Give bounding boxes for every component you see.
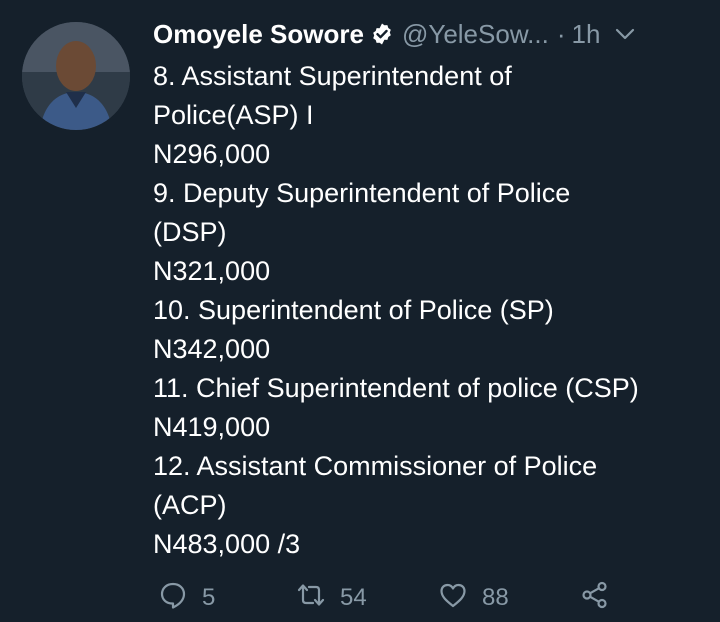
- avatar-image: [22, 22, 130, 130]
- tweet-line: N342,000: [153, 334, 271, 364]
- tweet-line: 9. Deputy Superintendent of Police: [153, 178, 571, 208]
- tweet-line: (ACP): [153, 490, 227, 520]
- separator-dot: ·: [556, 18, 566, 49]
- tweet-line: N419,000: [153, 412, 271, 442]
- reply-icon: [158, 580, 188, 617]
- tweet-line: 12. Assistant Commissioner of Police: [153, 451, 598, 481]
- tweet-line: Police(ASP) I: [153, 100, 314, 130]
- tweet-line: 11. Chief Superintendent of police (CSP): [153, 373, 639, 403]
- tweet-actions: 5 54 88: [158, 580, 610, 616]
- author-name[interactable]: Omoyele Sowore: [153, 19, 364, 50]
- tweet-line: 10. Superintendent of Police (SP): [153, 295, 554, 325]
- share-button[interactable]: [580, 580, 610, 617]
- tweet-line: N296,000: [153, 139, 271, 169]
- like-count: 88: [482, 584, 509, 611]
- tweet-line: 8. Assistant Superintendent of: [153, 61, 512, 91]
- reply-button[interactable]: 5: [158, 580, 296, 617]
- tweet-line: N321,000: [153, 256, 271, 286]
- tweet-text: 8. Assistant Superintendent of Police(AS…: [153, 57, 702, 564]
- heart-icon: [438, 580, 468, 617]
- chevron-down-icon[interactable]: [612, 21, 638, 47]
- tweet-line: (DSP): [153, 217, 227, 247]
- like-button[interactable]: 88: [438, 580, 580, 617]
- share-icon: [580, 580, 610, 617]
- tweet-header: Omoyele Sowore @YeleSow... · 1h: [153, 16, 700, 52]
- reply-count: 5: [202, 584, 216, 611]
- verified-badge-icon: [370, 22, 394, 46]
- retweet-icon: [296, 580, 326, 617]
- tweet-line: N483,000 /3: [153, 529, 301, 559]
- author-avatar[interactable]: [22, 22, 130, 130]
- tweet-time[interactable]: 1h: [572, 19, 601, 50]
- author-handle[interactable]: @YeleSow...: [402, 19, 549, 50]
- retweet-count: 54: [340, 584, 367, 611]
- retweet-button[interactable]: 54: [296, 580, 438, 617]
